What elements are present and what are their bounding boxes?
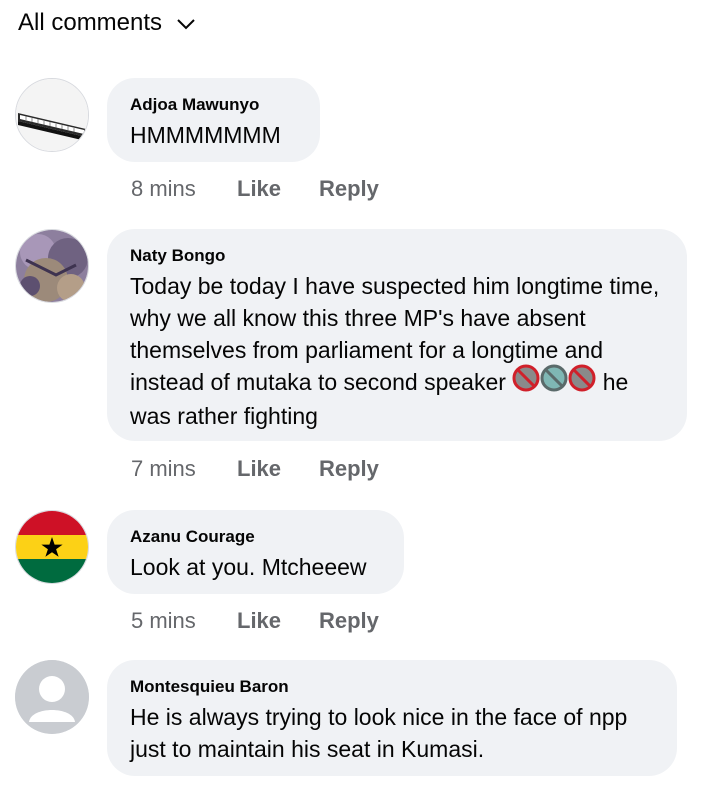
comment-author[interactable]: Montesquieu Baron — [130, 677, 653, 697]
comment-actions: 5 mins Like Reply — [131, 608, 379, 634]
reply-button[interactable]: Reply — [319, 608, 379, 634]
comment-time[interactable]: 5 mins — [131, 608, 237, 634]
comment-bubble: Azanu Courage Look at you. Mtcheeew — [107, 510, 404, 594]
prohibited-shoe-teal-icon — [540, 364, 568, 400]
prohibited-shoe-icon — [512, 364, 540, 400]
comment-bubble: Naty Bongo Today be today I have suspect… — [107, 229, 687, 441]
comment-text: HMMMMMMM — [130, 122, 281, 148]
avatar[interactable] — [15, 78, 89, 152]
avatar[interactable] — [15, 510, 89, 584]
like-button[interactable]: Like — [237, 456, 319, 482]
comment-time[interactable]: 7 mins — [131, 456, 237, 482]
default-avatar-icon — [15, 660, 89, 734]
comment-text: Today be today I have suspected him long… — [130, 270, 663, 432]
prohibited-shoe-icon — [568, 364, 596, 400]
ghana-flag-photo-icon — [16, 511, 88, 583]
comment-text: He is always trying to look nice in the … — [130, 704, 628, 762]
comment-author[interactable]: Azanu Courage — [130, 527, 380, 547]
chevron-down-icon — [176, 10, 196, 38]
outdoor-photo-icon — [16, 230, 88, 302]
avatar[interactable] — [15, 660, 89, 734]
comment-author[interactable]: Naty Bongo — [130, 246, 663, 266]
comment-time[interactable]: 8 mins — [131, 176, 237, 202]
comment-actions: 8 mins Like Reply — [131, 176, 379, 202]
reply-button[interactable]: Reply — [319, 176, 379, 202]
comment-bubble: Montesquieu Baron He is always trying to… — [107, 660, 677, 776]
comments-filter-label: All comments — [18, 9, 163, 36]
piano-keyboard-photo-icon — [16, 79, 88, 151]
comment-text: Look at you. Mtcheeew — [130, 554, 367, 580]
comment-author[interactable]: Adjoa Mawunyo — [130, 95, 296, 115]
comment-bubble: Adjoa Mawunyo HMMMMMMM — [107, 78, 320, 162]
comment-actions: 7 mins Like Reply — [131, 456, 379, 482]
like-button[interactable]: Like — [237, 608, 319, 634]
avatar[interactable] — [15, 229, 89, 303]
reply-button[interactable]: Reply — [319, 456, 379, 482]
like-button[interactable]: Like — [237, 176, 319, 202]
comments-filter-dropdown[interactable]: All comments — [18, 8, 196, 38]
